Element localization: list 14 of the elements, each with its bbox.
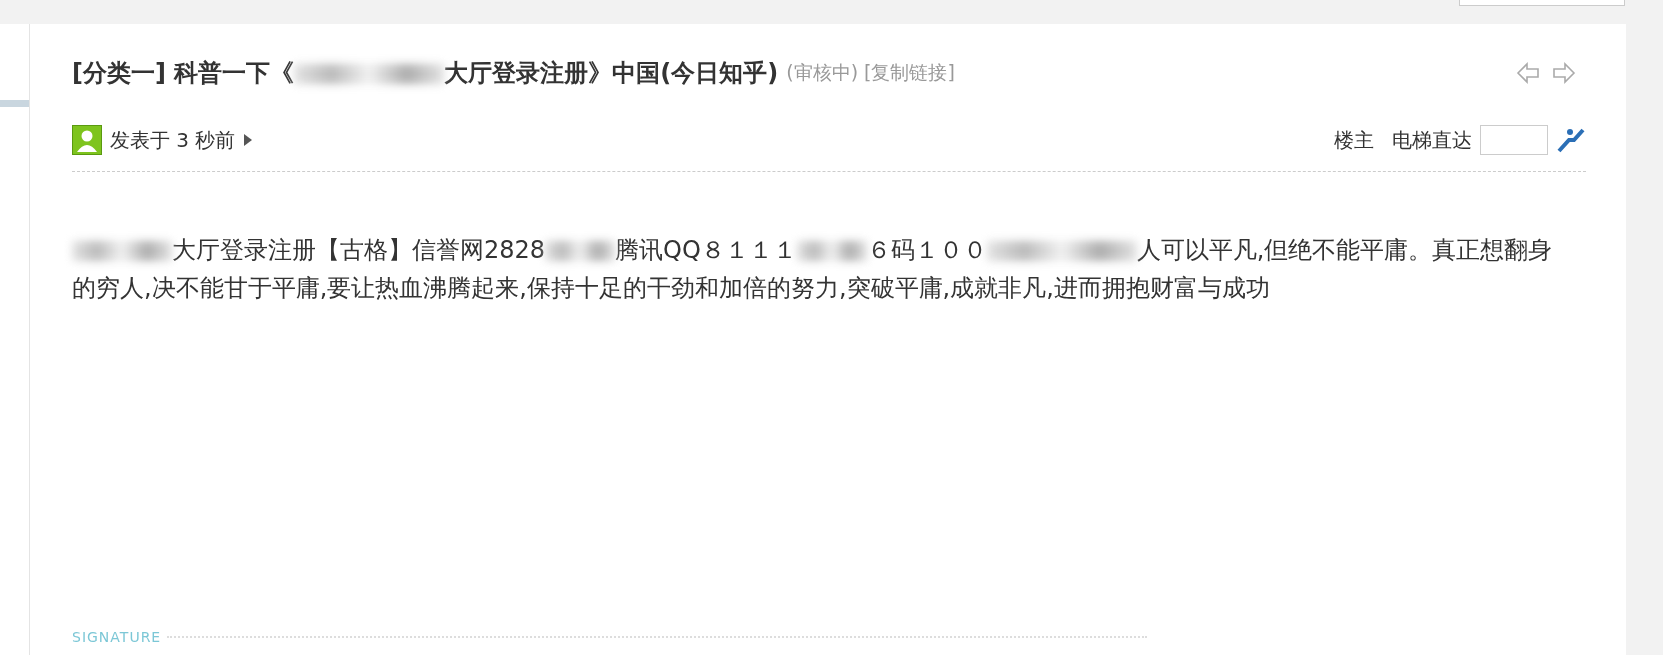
escalator-icon[interactable] [1556,126,1586,154]
review-status: (审核中) [786,60,859,85]
previous-arrow-icon[interactable] [1516,62,1540,84]
side-tab-marker [0,100,29,107]
next-arrow-icon[interactable] [1552,62,1576,84]
user-avatar-icon [72,125,102,155]
post-time: 发表于 3 秒前 [110,126,236,154]
floor-number-field[interactable] [1480,125,1548,155]
signature-label: SIGNATURE [72,629,162,645]
floor-jump-label: 电梯直达 [1392,126,1472,154]
thread-starter-link[interactable]: 楼主 [1334,126,1374,154]
post-title: [分类一] 科普一下《 大厅登录注册》中国(今日知乎) [72,58,779,89]
expand-triangle-icon[interactable] [243,133,254,147]
post-body-text: 大厅登录注册【古格】信誉网2828 腾讯QQ８１１１ ６码１００ 人可以平凡,但绝不能平庸。真正想翻身的穷人,决不能甘于平庸,要让热血沸腾起来,保持十足的干劲和加倍的努力,突破平庸,成就非凡,进而拥抱财富与成功 [72,235,1554,304]
